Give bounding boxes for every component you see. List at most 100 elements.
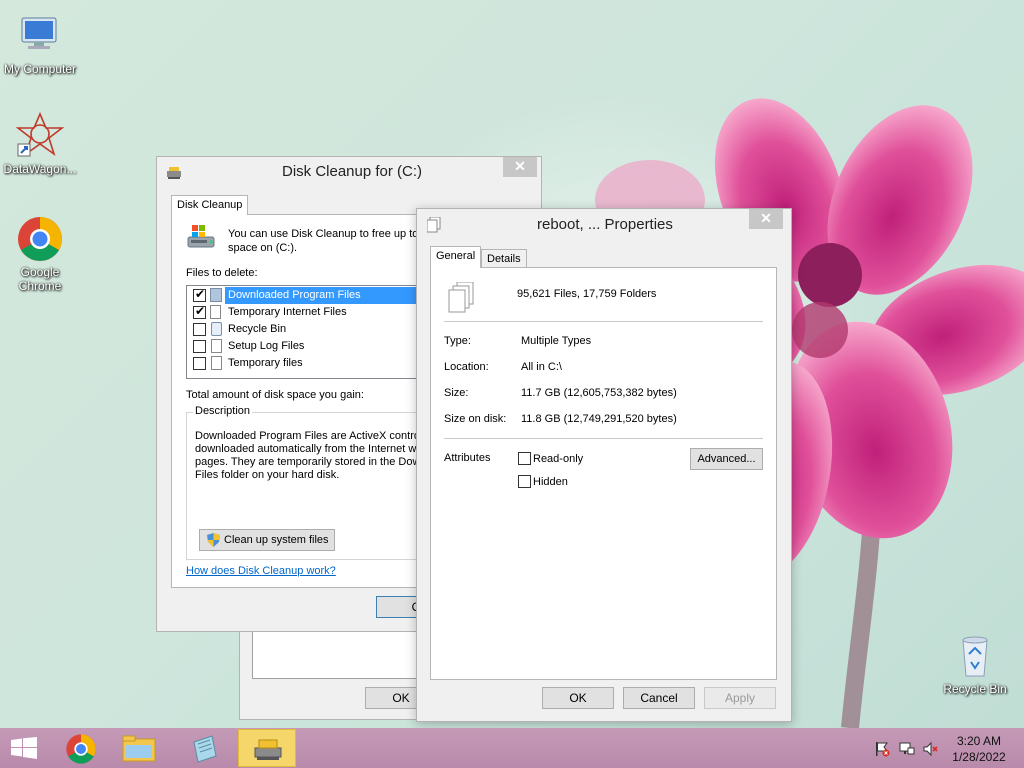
disk-cleanup-titlebar[interactable]: Disk Cleanup for (C:) ✕: [157, 157, 541, 187]
size-on-disk-value: 11.8 GB (12,749,291,520 bytes): [521, 413, 677, 425]
file-name: Temporary Internet Files: [228, 306, 347, 318]
disk-cleanup-app-icon: [166, 166, 182, 183]
properties-cancel-button[interactable]: Cancel: [623, 687, 695, 709]
file-checkbox[interactable]: [193, 340, 206, 353]
description-line-1: Downloaded Program Files are ActiveX con…: [195, 430, 428, 442]
desktop-icon-recycle-bin[interactable]: Recycle Bin: [935, 632, 1015, 696]
files-to-delete-label: Files to delete:: [186, 267, 258, 279]
file-row-temporary-files[interactable]: Temporary files: [187, 355, 445, 372]
description-line-2: downloaded automatically from the Intern…: [195, 443, 429, 455]
file-name: Temporary files: [228, 357, 303, 369]
file-row-recycle-bin[interactable]: Recycle Bin: [187, 321, 445, 338]
disk-cleanup-icon: [253, 738, 283, 765]
properties-panel: 95,621 Files, 17,759 Folders Type: Multi…: [430, 267, 777, 680]
document-icon: [211, 356, 222, 370]
notepad-icon: [190, 734, 220, 767]
total-space-label: Total amount of disk space you gain:: [186, 389, 364, 401]
multiple-files-icon: [447, 281, 475, 319]
taskbar-app[interactable]: [176, 729, 234, 767]
properties-window: reboot, ... Properties ✕ General Details…: [416, 208, 792, 722]
type-label: Type:: [444, 335, 471, 347]
file-checkbox[interactable]: [193, 323, 206, 336]
taskbar-chrome[interactable]: [52, 729, 110, 767]
properties-app-icon: [426, 216, 441, 236]
desktop-icon-datawagon[interactable]: DataWagon...: [0, 111, 80, 176]
network-icon[interactable]: [899, 741, 915, 760]
file-name-selected: Downloaded Program Files: [225, 287, 445, 304]
file-name: Setup Log Files: [228, 340, 305, 352]
properties-title: reboot, ... Properties: [537, 216, 673, 233]
type-value: Multiple Types: [521, 335, 592, 347]
chrome-icon: [65, 733, 97, 768]
location-label: Location:: [444, 361, 489, 373]
size-label: Size:: [444, 387, 469, 399]
location-value: All in C:\: [521, 361, 562, 373]
size-value: 11.7 GB (12,605,753,382 bytes): [521, 387, 677, 399]
disk-cleanup-title: Disk Cleanup for (C:): [282, 163, 423, 180]
properties-close-button[interactable]: ✕: [749, 209, 783, 229]
disk-drive-icon: [186, 223, 216, 254]
desktop-icon-my-computer[interactable]: My Computer: [0, 12, 80, 76]
divider: [444, 321, 763, 322]
start-button[interactable]: [0, 728, 48, 768]
hidden-checkbox[interactable]: [518, 475, 531, 488]
file-name: Recycle Bin: [228, 323, 287, 335]
size-on-disk-label: Size on disk:: [444, 413, 507, 425]
recycle-bin-icon: [951, 632, 999, 680]
clock-date[interactable]: 1/28/2022: [944, 750, 1014, 764]
files-list[interactable]: Downloaded Program Files Temporary Inter…: [186, 285, 445, 379]
disk-cleanup-intro: You can use Disk Cleanup to free up to: [228, 228, 419, 240]
clean-up-system-files-label: Clean up system files: [224, 534, 329, 546]
tab-details[interactable]: Details: [481, 249, 527, 268]
volume-muted-icon[interactable]: [923, 741, 939, 760]
read-only-checkbox[interactable]: [518, 452, 531, 465]
properties-ok-button[interactable]: OK: [542, 687, 614, 709]
file-row-setup-log-files[interactable]: Setup Log Files: [187, 338, 445, 355]
properties-titlebar[interactable]: reboot, ... Properties ✕: [417, 209, 791, 239]
desktop-icon-label: My Computer: [3, 62, 77, 76]
taskbar-disk-cleanup[interactable]: [238, 729, 296, 767]
disk-cleanup-panel: You can use Disk Cleanup to free up to s…: [171, 214, 445, 588]
folder-icon: [122, 735, 156, 766]
recycle-bin-small-icon: [211, 322, 222, 336]
close-icon: ✕: [514, 158, 526, 174]
how-does-disk-cleanup-work-link[interactable]: How does Disk Cleanup work?: [186, 565, 336, 577]
desktop-icon-label: Recycle Bin: [943, 682, 1007, 696]
desktop-icon-label: Google Chrome: [18, 265, 62, 293]
file-checkbox[interactable]: [193, 357, 206, 370]
hidden-label[interactable]: Hidden: [533, 476, 568, 488]
close-icon: ✕: [760, 210, 772, 226]
properties-apply-button[interactable]: Apply: [704, 687, 776, 709]
file-row-temporary-internet-files[interactable]: Temporary Internet Files: [187, 304, 445, 321]
background-window: OK: [239, 620, 439, 720]
shield-icon: [207, 533, 220, 554]
tab-general[interactable]: General: [430, 246, 482, 268]
taskbar: 3:20 AM 1/28/2022: [0, 728, 1024, 768]
file-checkbox[interactable]: [193, 304, 206, 319]
file-row-downloaded-program-files[interactable]: Downloaded Program Files: [187, 287, 445, 304]
desktop-icon-google-chrome[interactable]: Google Chrome: [0, 215, 80, 293]
divider: [444, 438, 763, 439]
files-folders-summary: 95,621 Files, 17,759 Folders: [517, 288, 657, 300]
computer-icon: [16, 12, 64, 60]
file-checkbox[interactable]: [193, 287, 206, 302]
clean-up-system-files-button[interactable]: Clean up system files: [199, 529, 335, 551]
background-window-pane: [252, 631, 432, 679]
advanced-button[interactable]: Advanced...: [690, 448, 763, 470]
file-icon: [210, 288, 222, 302]
clock-time[interactable]: 3:20 AM: [944, 734, 1014, 748]
description-line-3: pages. They are temporarily stored in th…: [195, 456, 427, 468]
chrome-icon: [16, 215, 64, 263]
disk-cleanup-intro-2: space on (C:).: [228, 242, 298, 254]
disk-cleanup-close-button[interactable]: ✕: [503, 157, 537, 177]
document-icon: [210, 305, 221, 319]
document-icon: [211, 339, 222, 353]
datawagon-icon: [15, 111, 65, 160]
read-only-label[interactable]: Read-only: [533, 453, 583, 465]
taskbar-file-explorer[interactable]: [110, 729, 168, 767]
windows-logo-icon: [11, 737, 37, 762]
tab-disk-cleanup[interactable]: Disk Cleanup: [171, 195, 249, 215]
description-label: Description: [193, 405, 253, 417]
action-center-flag-icon[interactable]: [874, 741, 890, 760]
description-group: Description Downloaded Program Files are…: [186, 405, 444, 560]
